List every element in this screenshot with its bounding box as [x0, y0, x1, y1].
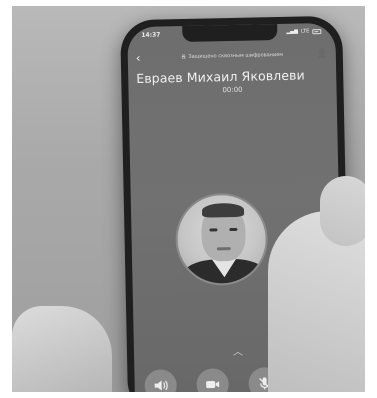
- back-chevron-icon[interactable]: ‹: [136, 51, 148, 65]
- battery-icon: [312, 28, 322, 34]
- status-time: 14:37: [141, 31, 161, 39]
- add-participant-icon[interactable]: 👤: [316, 49, 327, 59]
- notch: [182, 24, 278, 43]
- video-camera-icon: [206, 380, 220, 389]
- photo-scene: 14:37 ▂▄▆ LTE ‹ 🔒 Защищено сквозным шифр…: [12, 6, 365, 392]
- encryption-notice: 🔒 Защищено сквозным шифрованием: [148, 51, 316, 61]
- avatar-eye-left: [209, 228, 218, 232]
- video-button[interactable]: [196, 368, 230, 392]
- network-label: LTE: [300, 28, 310, 35]
- avatar-eye-right: [229, 227, 238, 232]
- speaker-button[interactable]: [144, 369, 178, 392]
- lock-icon: 🔒: [180, 53, 187, 61]
- encryption-text: Защищено сквозным шифрованием: [188, 51, 284, 60]
- status-indicators: ▂▄▆ LTE: [286, 28, 322, 35]
- call-topbar: ‹ 🔒 Защищено сквозным шифрованием 👤: [136, 47, 328, 65]
- left-thumb: [12, 306, 112, 392]
- avatar-hair: [201, 202, 245, 218]
- avatar-mouth: [216, 247, 231, 251]
- signal-icon: ▂▄▆: [286, 28, 299, 35]
- right-finger: [320, 176, 365, 246]
- contact-avatar: [174, 192, 269, 287]
- speaker-icon: [154, 380, 168, 391]
- call-duration: 00:00: [222, 85, 243, 95]
- contact-name: Евраев Михаил Яковлеви: [136, 67, 305, 86]
